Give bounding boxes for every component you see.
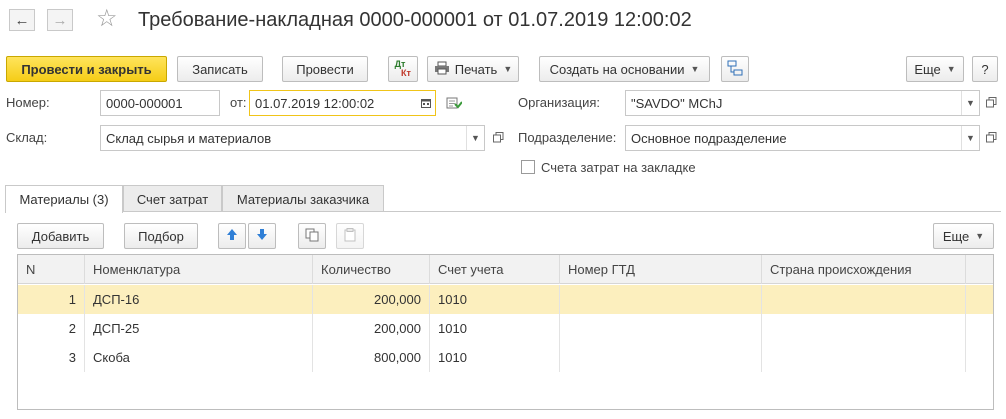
chevron-down-icon[interactable]: ▼ [961, 91, 979, 115]
cell-account[interactable]: 1010 [430, 285, 560, 314]
favorite-star-icon[interactable]: ☆ [96, 6, 118, 32]
chevron-down-icon: ▼ [975, 231, 985, 241]
open-window-icon [985, 96, 997, 111]
hierarchy-icon [727, 60, 743, 79]
arrow-down-icon [256, 228, 268, 244]
cell-quantity[interactable]: 200,000 [313, 314, 430, 343]
post-and-close-button[interactable]: Провести и закрыть [6, 56, 167, 82]
cost-accounts-checkbox-label: Счета затрат на закладке [541, 160, 696, 175]
create-based-on-button[interactable]: Создать на основании ▼ [539, 56, 710, 82]
arrow-left-icon: ← [14, 11, 30, 29]
table-header: N Номенклатура Количество Счет учета Ном… [18, 255, 993, 284]
structure-button[interactable] [721, 56, 749, 82]
cell-gtd[interactable] [560, 285, 762, 314]
column-header-quantity[interactable]: Количество [313, 255, 430, 284]
cell-n: 1 [18, 285, 85, 314]
table-row[interactable]: 1 ДСП-16 200,000 1010 [18, 285, 993, 314]
more-button[interactable]: Еще ▼ [906, 56, 964, 82]
document-status-icon[interactable] [444, 91, 464, 115]
column-header-n[interactable]: N [18, 255, 85, 284]
column-header-item[interactable]: Номенклатура [85, 255, 313, 284]
calendar-icon[interactable] [417, 91, 435, 115]
cell-item[interactable]: ДСП-16 [85, 285, 313, 314]
copy-button[interactable] [298, 223, 326, 249]
organization-label: Организация: [518, 95, 601, 110]
cell-quantity[interactable]: 200,000 [313, 285, 430, 314]
save-button[interactable]: Записать [177, 56, 263, 82]
page-title: Требование-накладная 0000-000001 от 01.0… [138, 9, 692, 31]
add-button[interactable]: Добавить [17, 223, 104, 249]
printer-icon [434, 61, 450, 78]
open-window-icon [492, 131, 504, 146]
cell-item[interactable]: Скоба [85, 343, 313, 372]
chevron-down-icon: ▼ [503, 64, 513, 74]
move-up-button[interactable] [218, 223, 246, 249]
open-warehouse-button[interactable] [488, 126, 508, 150]
cell-country[interactable] [762, 343, 966, 372]
column-header-country[interactable]: Страна происхождения [762, 255, 966, 284]
print-button[interactable]: Печать ▼ [427, 56, 519, 82]
cell-account[interactable]: 1010 [430, 343, 560, 372]
tab-divider [5, 211, 1001, 212]
cell-account[interactable]: 1010 [430, 314, 560, 343]
chevron-down-icon: ▼ [690, 64, 700, 74]
chevron-down-icon[interactable]: ▼ [466, 126, 484, 150]
division-label: Подразделение: [518, 130, 617, 145]
dt-kt-button[interactable]: Дт Кт [388, 56, 418, 82]
paste-icon [343, 227, 357, 245]
chevron-down-icon: ▼ [946, 64, 956, 74]
cell-item[interactable]: ДСП-25 [85, 314, 313, 343]
organization-field[interactable]: "SAVDO" MChJ ▼ [625, 90, 980, 116]
chevron-down-icon[interactable]: ▼ [961, 126, 979, 150]
division-field[interactable]: Основное подразделение ▼ [625, 125, 980, 151]
cell-country[interactable] [762, 285, 966, 314]
open-division-button[interactable] [981, 126, 1001, 150]
column-header-gtd[interactable]: Номер ГТД [560, 255, 762, 284]
date-field[interactable]: 01.07.2019 12:00:02 [249, 90, 436, 116]
cell-n: 3 [18, 343, 85, 372]
tab-cost-account[interactable]: Счет затрат [123, 185, 222, 212]
table-more-button[interactable]: Еще ▼ [933, 223, 994, 249]
tab-customer-materials[interactable]: Материалы заказчика [222, 185, 384, 212]
arrow-up-icon [226, 228, 238, 244]
table-row[interactable]: 3 Скоба 800,000 1010 [18, 343, 993, 372]
paste-button[interactable] [336, 223, 364, 249]
cell-gtd[interactable] [560, 343, 762, 372]
open-organization-button[interactable] [981, 91, 1001, 115]
forward-button[interactable]: → [47, 9, 73, 31]
cell-country[interactable] [762, 314, 966, 343]
number-field[interactable]: 0000-000001 [100, 90, 220, 116]
help-button[interactable]: ? [972, 56, 998, 82]
table-row[interactable]: 2 ДСП-25 200,000 1010 [18, 314, 993, 343]
cell-gtd[interactable] [560, 314, 762, 343]
warehouse-label: Склад: [6, 130, 48, 145]
move-down-button[interactable] [248, 223, 276, 249]
materials-table[interactable]: N Номенклатура Количество Счет учета Ном… [17, 254, 994, 410]
back-button[interactable]: ← [9, 9, 35, 31]
column-header-account[interactable]: Счет учета [430, 255, 560, 284]
warehouse-field[interactable]: Склад сырья и материалов ▼ [100, 125, 485, 151]
pick-button[interactable]: Подбор [124, 223, 198, 249]
arrow-right-icon: → [52, 11, 68, 29]
open-window-icon [985, 131, 997, 146]
tab-materials[interactable]: Материалы (3) [5, 185, 123, 213]
cell-n: 2 [18, 314, 85, 343]
dt-kt-icon: Дт Кт [394, 59, 411, 78]
cell-quantity[interactable]: 800,000 [313, 343, 430, 372]
number-label: Номер: [6, 95, 50, 110]
cost-accounts-checkbox[interactable] [521, 160, 535, 174]
post-button[interactable]: Провести [282, 56, 368, 82]
copy-icon [305, 228, 319, 245]
date-label: от: [230, 95, 247, 110]
